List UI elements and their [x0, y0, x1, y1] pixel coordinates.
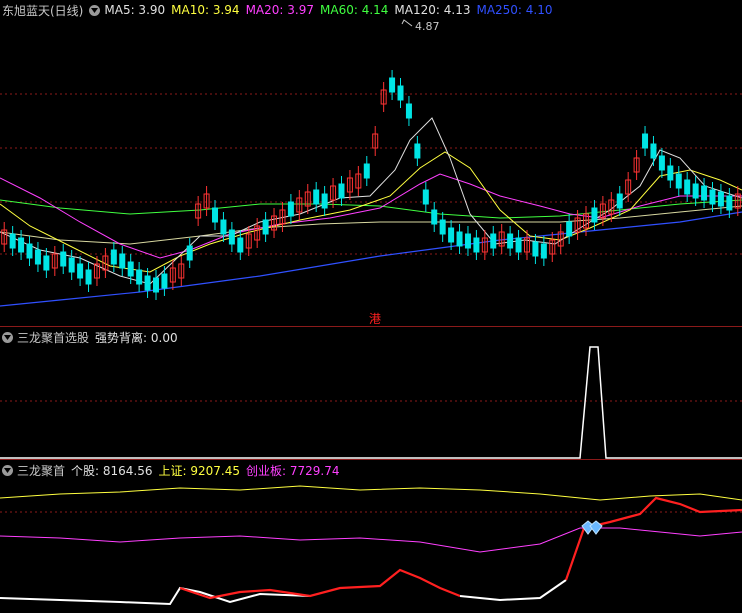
candle-down [439, 219, 446, 235]
candle-down [650, 143, 657, 159]
diamond-icon [589, 520, 603, 535]
candle-down [667, 165, 674, 181]
legend-ma5: MA5: 3.90 [104, 3, 166, 17]
legend-strong-divergence: 强势背离: 0.00 [95, 330, 178, 345]
candle-down [43, 255, 50, 271]
legend-shanghai: 上证: 9207.45 [158, 463, 240, 478]
select-indicator-chart[interactable] [0, 327, 742, 459]
candle-down [186, 245, 193, 261]
stock-line-red [564, 496, 742, 581]
candle-down [363, 163, 370, 179]
candle-down [77, 263, 84, 279]
candle-down [726, 195, 733, 211]
candle-down [540, 243, 547, 259]
main-header: 东旭蓝天(日线) MA5: 3.90 MA10: 3.94 MA20: 3.97… [2, 1, 559, 19]
legend-ma10: MA10: 3.94 [171, 3, 240, 17]
candle-down [110, 249, 117, 265]
candle-down [515, 237, 522, 253]
candle-down [220, 219, 227, 235]
shanghai-line [0, 485, 742, 501]
indicator-panel-dragons[interactable]: 三龙聚首 个股: 8164.56 上证: 9207.45 创业板: 7729.7… [0, 460, 742, 613]
candle-down [405, 103, 412, 119]
candle-down [60, 251, 67, 267]
candle-down [34, 249, 41, 265]
candle-down [464, 233, 471, 249]
candle-down [161, 273, 168, 289]
candle-down [144, 275, 151, 291]
ma120-line [0, 205, 742, 245]
candle-down [397, 85, 404, 101]
candle-down [692, 183, 699, 199]
candle-down [675, 173, 682, 189]
candle-down [338, 183, 345, 199]
sub1-header: 三龙聚首选股 强势背离: 0.00 [2, 328, 184, 346]
candle-down [422, 189, 429, 205]
candle-down [431, 209, 438, 225]
legend-ma250: MA250: 4.10 [476, 3, 553, 17]
candle-down [321, 193, 328, 209]
legend-ma120: MA120: 4.13 [394, 3, 471, 17]
candle-down [152, 277, 159, 293]
indicator-panel-select[interactable]: 三龙聚首选股 强势背离: 0.00 [0, 327, 742, 459]
kline-chart[interactable] [0, 0, 742, 326]
candle-down [456, 231, 463, 247]
candle-down [414, 143, 421, 159]
signal-pulse-line [0, 346, 742, 459]
candle-down [701, 185, 708, 201]
candle-down [591, 207, 598, 223]
dragons-indicator-chart[interactable] [0, 460, 742, 613]
candle-down [18, 237, 25, 253]
high-price-label: 4.87 [415, 20, 440, 33]
candle-down [212, 207, 219, 223]
stock-line-white [459, 579, 567, 602]
candle-down [684, 179, 691, 195]
candle-down [68, 257, 75, 273]
high-price-marker [401, 19, 413, 27]
candle-down [717, 191, 724, 207]
stock-title: 东旭蓝天(日线) [2, 3, 84, 18]
sub2-header: 三龙聚首 个股: 8164.56 上证: 9207.45 创业板: 7729.7… [2, 461, 345, 479]
candle-down [448, 227, 455, 243]
legend-ma60: MA60: 4.14 [320, 3, 389, 17]
candle-down [532, 241, 539, 257]
candle-down [26, 243, 33, 259]
legend-stock: 个股: 8164.56 [71, 463, 153, 478]
candle-down [389, 77, 396, 93]
candle-down [473, 237, 480, 253]
candle-down [262, 219, 269, 235]
candle-down [119, 253, 126, 269]
stock-line-red [179, 568, 461, 600]
chinext-line [0, 527, 742, 553]
candle-down [136, 269, 143, 285]
indicator-title: 三龙聚首 [17, 463, 66, 478]
candle-down [490, 233, 497, 249]
candle-down [642, 133, 649, 149]
candle-down [313, 189, 320, 205]
candle-down [237, 237, 244, 253]
candle-down [9, 233, 16, 249]
chevron-down-icon[interactable] [89, 4, 101, 16]
candle-down [658, 155, 665, 171]
chevron-down-icon[interactable] [2, 464, 13, 476]
candle-down [709, 189, 716, 205]
candle-down [566, 221, 573, 237]
candle-down [616, 193, 623, 209]
legend-chinext: 创业板: 7729.74 [245, 463, 340, 478]
legend-ma20: MA20: 3.97 [245, 3, 314, 17]
hk-connect-tag: 港 [369, 312, 382, 326]
stock-chart-window: 东旭蓝天(日线) MA5: 3.90 MA10: 3.94 MA20: 3.97… [0, 0, 742, 613]
candle-down [507, 233, 514, 249]
chevron-down-icon[interactable] [2, 331, 13, 343]
candle-down [85, 269, 92, 285]
indicator-title: 三龙聚首选股 [17, 330, 90, 345]
candle-down [228, 229, 235, 245]
candle-down [287, 201, 294, 217]
main-kline-panel[interactable]: 东旭蓝天(日线) MA5: 3.90 MA10: 3.94 MA20: 3.97… [0, 0, 742, 326]
candle-down [127, 261, 134, 277]
